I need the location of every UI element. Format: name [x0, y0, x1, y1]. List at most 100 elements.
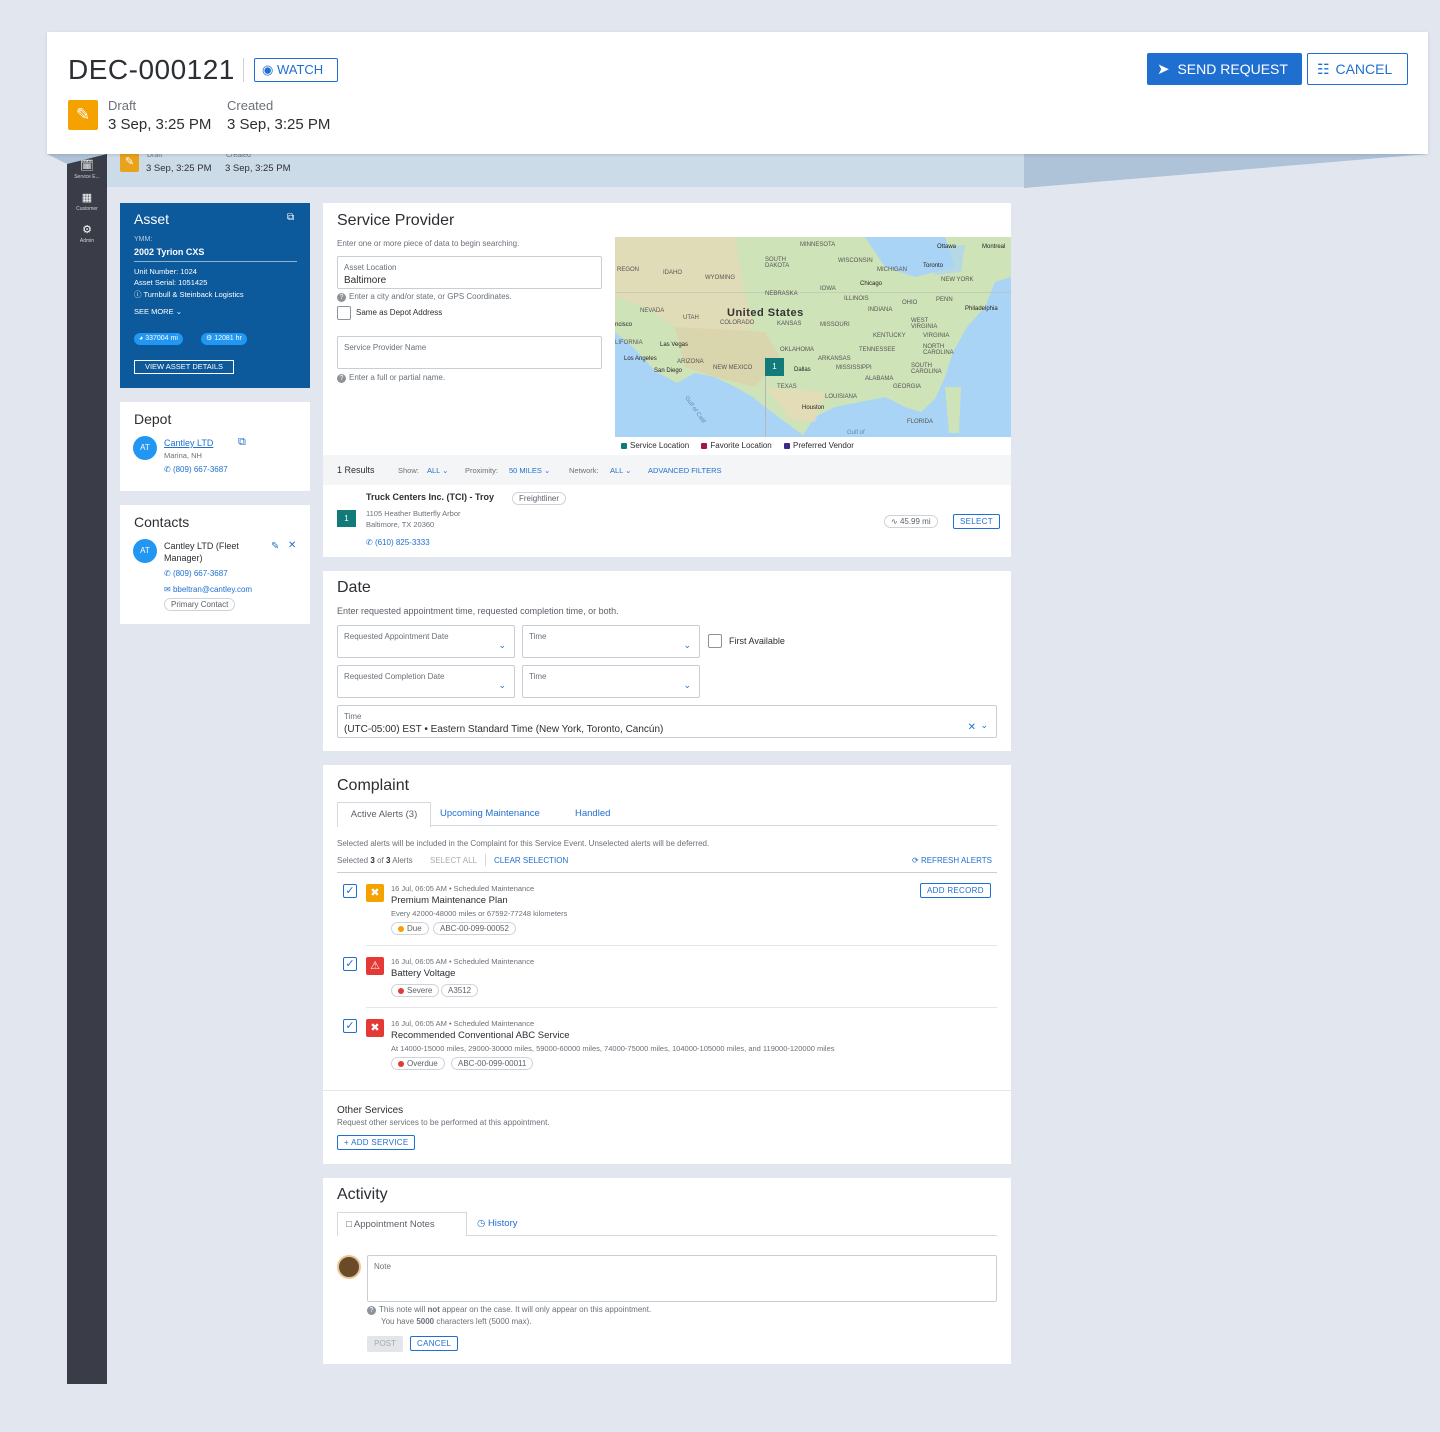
- external-link-icon[interactable]: ⧉: [287, 212, 294, 223]
- alert-divider: [366, 1007, 997, 1008]
- chevron-down-icon: ⌄: [175, 307, 182, 316]
- select-all-link[interactable]: SELECT ALL: [430, 856, 477, 865]
- title-divider: [243, 58, 244, 82]
- date-intro: Enter requested appointment time, reques…: [337, 606, 619, 616]
- clear-icon[interactable]: ✕: [968, 722, 976, 733]
- clear-selection-link[interactable]: CLEAR SELECTION: [494, 856, 568, 865]
- map-country-label: United States: [727, 307, 804, 319]
- completion-date-select[interactable]: Requested Completion Date ⌄: [337, 665, 515, 698]
- appointment-date-select[interactable]: Requested Appointment Date ⌄: [337, 625, 515, 658]
- close-icon[interactable]: ✕: [288, 540, 296, 551]
- edit-icon[interactable]: ✎: [271, 541, 279, 552]
- depot-name-link[interactable]: Cantley LTD: [164, 438, 213, 448]
- tab-upcoming-maintenance[interactable]: Upcoming Maintenance: [440, 808, 540, 819]
- map-label: San Diego: [654, 368, 683, 374]
- gauge-icon: ◕: [139, 335, 144, 342]
- status-dot: [398, 987, 404, 994]
- view-asset-details-button[interactable]: VIEW ASSET DETAILS: [134, 360, 234, 374]
- alert-title: Recommended Conventional ABC Service: [391, 1030, 570, 1041]
- chevron-down-icon: ⌄: [442, 466, 449, 475]
- map-label: SOUTH CAROLINA: [911, 363, 942, 375]
- asset-owner: ⓘ Turnbull & Steinback Logistics: [134, 290, 244, 299]
- complaint-card: Complaint Active Alerts (3) Upcoming Mai…: [323, 765, 1011, 1164]
- legend-swatch: [701, 442, 708, 449]
- refresh-alerts-link[interactable]: ⟳ REFRESH ALERTS: [912, 856, 992, 865]
- provider-name[interactable]: Truck Centers Inc. (TCI) - Troy: [366, 492, 494, 502]
- map-label: KENTUCKY: [873, 333, 906, 339]
- asset-location-input[interactable]: Asset Location Baltimore: [337, 256, 602, 289]
- cancel-button[interactable]: ☷ CANCEL: [1307, 53, 1408, 85]
- depot-card: Depot AT Cantley LTD ⧉ Marina, NH ✆ (809…: [120, 402, 310, 491]
- tab-history[interactable]: ◷ History: [477, 1218, 518, 1229]
- show-filter[interactable]: ALL ⌄: [427, 466, 448, 475]
- map-label: WEST VIRGINIA: [911, 318, 938, 330]
- map-label: FLORIDA: [907, 419, 934, 425]
- completion-time-select[interactable]: Time ⌄: [522, 665, 700, 698]
- tab-active-alerts[interactable]: Active Alerts (3): [337, 802, 431, 827]
- ymm-label: YMM:: [134, 236, 153, 243]
- select-provider-button[interactable]: SELECT: [953, 514, 1000, 529]
- phone-icon: ✆: [164, 465, 171, 474]
- note-textarea[interactable]: Note: [367, 1255, 997, 1302]
- activity-title: Activity: [337, 1186, 388, 1203]
- sidebar-item-customer[interactable]: ▦ Customer: [67, 192, 107, 212]
- results-filter-bar: 1 Results Show: ALL ⌄ Proximity: 50 MILE…: [323, 455, 1011, 485]
- first-available-checkbox[interactable]: [708, 634, 722, 648]
- post-button[interactable]: POST: [367, 1336, 403, 1352]
- created-date: 3 Sep, 3:25 PM: [227, 116, 331, 133]
- appointment-time-select[interactable]: Time ⌄: [522, 625, 700, 658]
- proximity-filter[interactable]: 50 MILES ⌄: [509, 466, 550, 475]
- map-label: TEXAS: [777, 384, 797, 390]
- see-more-link[interactable]: SEE MORE ⌄: [134, 307, 182, 316]
- watch-button[interactable]: ◉ WATCH: [254, 58, 338, 82]
- alert-checkbox[interactable]: ✓: [343, 884, 357, 898]
- network-filter[interactable]: ALL ⌄: [610, 466, 631, 475]
- contact-email[interactable]: ✉ bbeltran@cantley.com: [164, 585, 252, 594]
- alert-code-badge: A3512: [441, 984, 479, 997]
- tab-appointment-notes[interactable]: □ Appointment Notes: [337, 1212, 467, 1236]
- send-request-button[interactable]: ➤ SEND REQUEST: [1147, 53, 1302, 85]
- tab-divider: [467, 1235, 997, 1236]
- complaint-info: Selected alerts will be included in the …: [337, 839, 710, 848]
- gear-icon: ⚙: [82, 224, 92, 236]
- map-label: MISSOURI: [820, 322, 850, 328]
- external-link-icon[interactable]: ⧉: [238, 436, 246, 449]
- timezone-select[interactable]: Time (UTC-05:00) EST • Eastern Standard …: [337, 705, 997, 738]
- alert-checkbox[interactable]: ✓: [343, 957, 357, 971]
- selected-summary: Selected 3 of 3 Alerts: [337, 856, 413, 865]
- same-as-depot-checkbox[interactable]: [337, 306, 351, 320]
- legend-item: Service Location: [621, 441, 689, 450]
- mileage-badge: ◕ 337004 mi: [134, 333, 183, 345]
- provider-phone[interactable]: ✆ (610) 825-3333: [366, 538, 430, 547]
- add-record-button[interactable]: ADD RECORD: [920, 883, 991, 898]
- tools-icon: ✖: [366, 1019, 384, 1037]
- depot-location: Marina, NH: [164, 451, 202, 460]
- map-label: Gulf of: [847, 430, 865, 436]
- tab-handled[interactable]: Handled: [575, 808, 610, 819]
- proximity-label: Proximity:: [465, 466, 498, 475]
- depot-phone[interactable]: ✆ (809) 667-3687: [164, 465, 228, 474]
- provider-street: 1105 Heather Butterfly Arbor: [366, 509, 461, 518]
- contact-phone[interactable]: ✆ (809) 667-3687: [164, 569, 228, 578]
- map-label: UTAH: [683, 315, 699, 321]
- map-label: NEW YORK: [941, 277, 974, 283]
- service-provider-name-input[interactable]: Service Provider Name: [337, 336, 602, 369]
- sidebar-item-admin[interactable]: ⚙ Admin: [67, 224, 107, 244]
- plus-icon: +: [344, 1138, 349, 1147]
- result-pin: 1: [337, 510, 356, 527]
- cancel-note-button[interactable]: CANCEL: [410, 1336, 459, 1351]
- map[interactable]: United States MINNESOTA Ottawa Montreal …: [615, 237, 1011, 437]
- chevron-down-icon: ⌄: [544, 466, 551, 475]
- alert-checkbox[interactable]: ✓: [343, 1019, 357, 1033]
- add-service-button[interactable]: + ADD SERVICE: [337, 1135, 416, 1150]
- map-legend: Service Location Favorite Location Prefe…: [615, 437, 911, 455]
- map-pin[interactable]: 1: [765, 358, 784, 376]
- advanced-filters-link[interactable]: ADVANCED FILTERS: [648, 466, 721, 475]
- unit-number: Unit Number: 1024: [134, 267, 197, 276]
- chevron-down-icon: ⌄: [498, 680, 506, 690]
- contacts-title: Contacts: [134, 514, 190, 530]
- refresh-icon: ⟳: [912, 856, 919, 865]
- map-label: Los Angeles: [624, 356, 657, 362]
- service-provider-title: Service Provider: [337, 212, 455, 229]
- phone-icon: ✆: [366, 538, 373, 547]
